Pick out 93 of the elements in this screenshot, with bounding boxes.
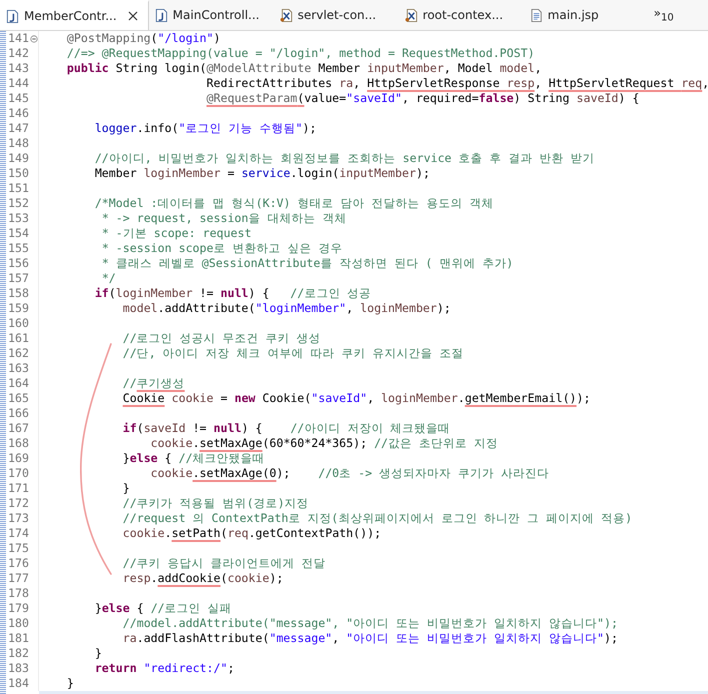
code-line: if(loginMember != null) { //로그인 성공 xyxy=(94,286,372,301)
code-line: @RequestParam(value="saveId", required=false) String saveId) { xyxy=(206,91,640,106)
line-number: 147 xyxy=(7,121,30,136)
code-line: /*Model :데이터를 맵 형식(K:V) 형태로 담아 전달하는 용도의 객체 xyxy=(94,196,494,211)
line-number: 160 xyxy=(7,316,30,331)
line-number: 177 xyxy=(7,571,30,586)
line-number: 145 xyxy=(7,91,30,106)
code-line: * 클래스 레벨로 @SessionAttribute를 작성하면 된다 ( 맨위에 추가) xyxy=(102,256,514,271)
code-line: //쿠키가 적용될 범위(경로)지정 xyxy=(122,496,309,511)
line-number: 150 xyxy=(7,166,30,181)
line-number: 152 xyxy=(7,196,30,211)
code-line: * -> request, session을 대체하는 객체 xyxy=(102,211,346,226)
line-number: 179 xyxy=(7,601,30,616)
code-line: Cookie cookie = new Cookie("saveId", loginMember.getMemberEmail()); xyxy=(122,391,590,406)
line-number: 144 xyxy=(7,76,30,91)
line-number: 158 xyxy=(7,286,30,301)
line-number: 180 xyxy=(7,616,30,631)
code-line: * -session scope로 변환하고 싶은 경우 xyxy=(102,241,342,256)
line-number: 183 xyxy=(7,661,30,676)
line-number: 170 xyxy=(7,466,30,481)
line-number: 154 xyxy=(7,226,30,241)
code-line: resp.addCookie(cookie); xyxy=(122,571,284,586)
code-line: * -기본 scope: request xyxy=(102,226,252,241)
editor-tab[interactable]: MemberContr... xyxy=(0,0,149,30)
code-line: logger.info("로그인 기능 수행됨"); xyxy=(94,121,316,136)
code-line: public String login(@ModelAttribute Member inputMember, Model model, xyxy=(66,61,542,76)
code-line: return "redirect:/"; xyxy=(94,661,234,676)
line-number: 184 xyxy=(7,676,30,691)
line-number: 153 xyxy=(7,211,30,226)
line-number: 148 xyxy=(7,136,30,151)
code-line: model.addAttribute("loginMember", loginMember); xyxy=(122,301,451,316)
line-number: 164 xyxy=(7,376,30,391)
line-number: 151 xyxy=(7,181,30,196)
line-number: 165 xyxy=(7,391,30,406)
line-number: 174 xyxy=(7,526,30,541)
line-number: 172 xyxy=(7,496,30,511)
code-line: */ xyxy=(102,271,116,286)
line-number: 142 xyxy=(7,46,30,61)
code-line: @PostMapping("/login") xyxy=(66,31,220,46)
code-line: //model.addAttribute("message", "아이디 또는 비밀번호가 일치하지 않습니다"); xyxy=(122,616,618,631)
code-line: cookie.setMaxAge(60*60*24*365); //값은 초단위로 지정 xyxy=(150,436,498,451)
line-number: 143 xyxy=(7,61,30,76)
line-number: 159 xyxy=(7,301,30,316)
line-number: 157 xyxy=(7,271,30,286)
line-number: 156 xyxy=(7,256,30,271)
code-line: ra.addFlashAttribute("message", "아이디 또는 비밀번호가 일치하지 않습니다"); xyxy=(122,631,618,646)
editor-tab[interactable]: servlet-con... xyxy=(274,0,399,30)
code-line: RedirectAttributes ra, HttpServletResponse resp, HttpServletRequest req, xyxy=(206,76,708,91)
java-file-icon xyxy=(6,8,19,24)
line-number: 167 xyxy=(7,421,30,436)
line-number: 169 xyxy=(7,451,30,466)
code-line: cookie.setPath(req.getContextPath()); xyxy=(122,526,382,541)
editor-tab[interactable]: MainControll... xyxy=(148,0,274,30)
line-number: 155 xyxy=(7,241,30,256)
xml-file-icon xyxy=(280,8,293,22)
code-line: }else { //체크안됐을때 xyxy=(122,451,265,466)
line-number: 161 xyxy=(7,331,30,346)
code-line: //request 의 ContextPath로 지정(최상위페이지에서 로그인 하니깐 그 페이지에 적용) xyxy=(122,511,632,526)
line-number: 168 xyxy=(7,436,30,451)
line-number: 162 xyxy=(7,346,30,361)
xml-file-icon xyxy=(404,8,418,22)
more-tabs-button[interactable]: »$_{10}$ xyxy=(650,4,677,26)
editor-tab[interactable]: main.jsp xyxy=(524,0,649,30)
line-number: 163 xyxy=(7,361,30,376)
java-file-icon xyxy=(154,8,168,22)
code-line: Member loginMember = service.login(inputMember); xyxy=(94,166,430,181)
line-number: 141 xyxy=(7,31,30,46)
code-line: } xyxy=(122,481,130,496)
code-line: } xyxy=(94,646,102,661)
code-line: //쿠키 응답시 클라이언트에게 전달 xyxy=(122,556,326,571)
line-number: 176 xyxy=(7,556,30,571)
line-number: 166 xyxy=(7,406,30,421)
code-line: //단, 아이디 저장 체크 여부에 따라 쿠키 유지시간을 조절 xyxy=(122,346,464,361)
editor-tab[interactable]: root-contex... xyxy=(398,0,524,30)
code-line: } xyxy=(66,676,74,691)
close-icon[interactable] xyxy=(128,11,138,21)
code-line: //아이디, 비밀번호가 일치하는 회원정보를 조회하는 service 호출 후 결과 반환 받기 xyxy=(94,151,594,166)
code-line: if(saveId != null) { //아이디 저장이 체크됐을때 xyxy=(122,421,450,436)
line-number: 182 xyxy=(7,646,30,661)
code-line: }else { //로그인 실패 xyxy=(94,601,232,616)
line-number: 178 xyxy=(7,586,30,601)
line-number: 146 xyxy=(7,106,30,121)
code-line: cookie.setMaxAge(0); //0초 -> 생성되자마자 쿠기가 사라진다 xyxy=(150,466,550,481)
collapse-icon[interactable] xyxy=(30,34,38,42)
code-line: //=> @RequestMapping(value = "/login", method = RequestMethod.POST) xyxy=(66,46,535,61)
code-line: //쿠기생성 xyxy=(122,376,185,391)
line-number: 175 xyxy=(7,541,30,556)
line-number: 181 xyxy=(7,631,30,646)
line-number: 173 xyxy=(7,511,30,526)
file-icon xyxy=(530,8,543,22)
line-number: 149 xyxy=(7,151,30,166)
code-line: //로그인 성공시 무조건 쿠키 생성 xyxy=(122,331,321,346)
line-number: 171 xyxy=(7,481,30,496)
